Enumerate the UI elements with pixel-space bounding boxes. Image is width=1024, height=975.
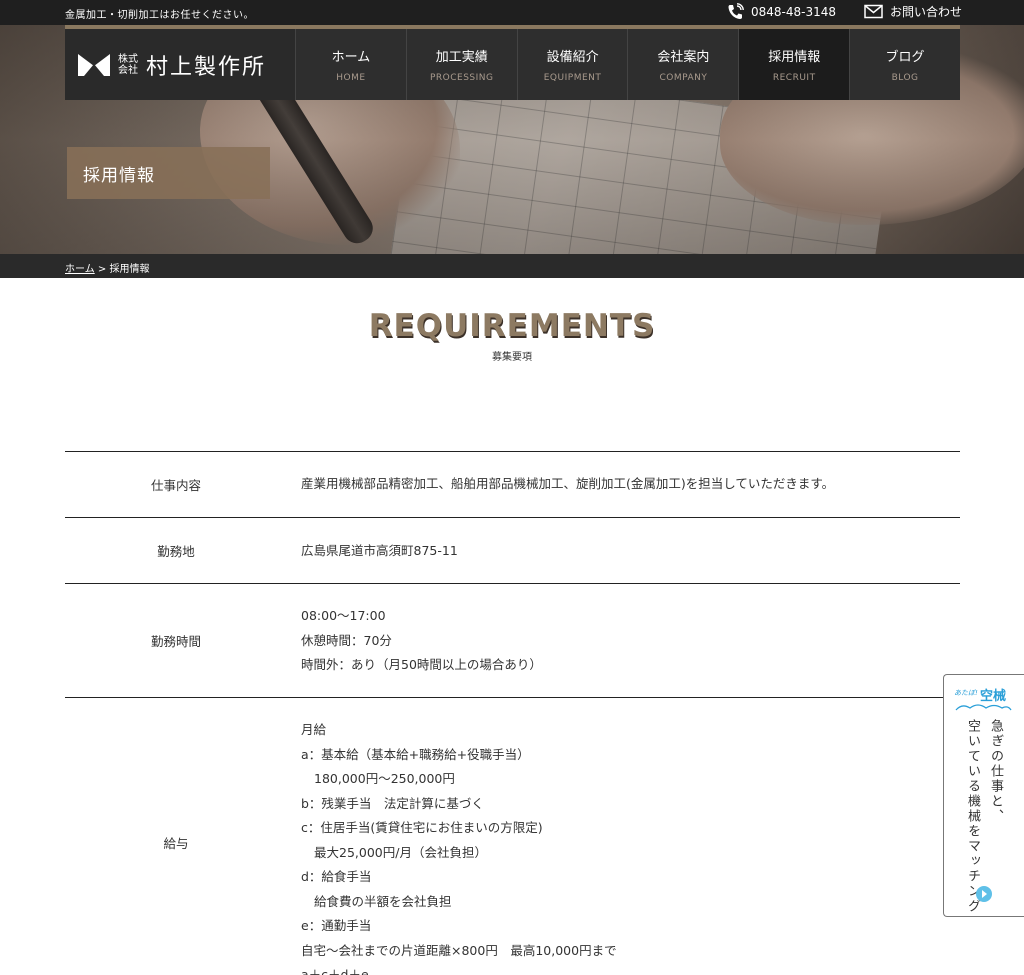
banner-text-2: 空いている機械をマッチング <box>965 719 980 914</box>
banner-brand-logo: あたぼ! 空械 <box>954 685 1012 713</box>
banner-text-1: 急ぎの仕事と、 <box>988 719 1003 824</box>
row-value: 広島県尾道市高須町875-11 <box>301 543 458 558</box>
mail-icon <box>864 4 883 19</box>
contact-link[interactable]: お問い合わせ <box>864 3 962 20</box>
nav-item-recruit[interactable]: 採用情報 RECRUIT <box>738 29 850 100</box>
breadcrumb-home-link[interactable]: ホーム <box>65 264 95 275</box>
breadcrumb-separator: > <box>97 264 107 275</box>
logo-company-name: 村上製作所 <box>146 54 267 80</box>
row-value: 08:00〜17:00 休憩時間：70分 時間外：あり（月50時間以上の場合あり… <box>301 608 542 672</box>
table-row: 給与 月給 a：基本給（基本給+職務給+役職手当） 180,000円〜250,0… <box>65 697 960 975</box>
logo-mark-icon <box>78 53 110 76</box>
logo-kabushiki: 株式 会社 <box>118 53 138 76</box>
section-subtitle: 募集要項 <box>492 352 532 363</box>
section-title: REQUIREMENTS <box>368 308 656 344</box>
row-value: 産業用機械部品精密加工、船舶用部品機械加工、旋削加工(金属加工)を担当していただ… <box>301 476 835 491</box>
tagline: 金属加工・切削加工はお任せください。 <box>65 10 254 21</box>
nav-item-company[interactable]: 会社案内 COMPANY <box>627 29 739 100</box>
cloud-icon <box>955 704 1012 711</box>
row-label: 勤務時間 <box>150 634 201 649</box>
company-logo[interactable]: 株式 会社 村上製作所 <box>65 29 295 100</box>
page-title: 採用情報 <box>67 147 270 199</box>
side-banner[interactable]: あたぼ! 空械 急ぎの仕事と、 空いている機械をマッチング <box>943 674 1024 917</box>
phone-number: 0848-48-3148 <box>751 5 837 19</box>
contact-label: お問い合わせ <box>890 5 963 19</box>
top-bar: 金属加工・切削加工はお任せください。 0848-48-3148 お問い合わせ <box>0 0 1024 25</box>
nav-item-blog[interactable]: ブログ BLOG <box>849 29 960 100</box>
nav-item-processing[interactable]: 加工実績 PROCESSING <box>405 29 517 100</box>
table-row: 勤務時間 08:00〜17:00 休憩時間：70分 時間外：あり（月50時間以上… <box>65 583 960 698</box>
global-nav: ホーム HOME 加工実績 PROCESSING 設備紹介 EQUIPMENT … <box>295 29 960 100</box>
row-label: 仕事内容 <box>150 478 201 493</box>
breadcrumb-current: 採用情報 <box>109 264 150 275</box>
table-row: 勤務地 広島県尾道市高須町875-11 <box>65 517 960 584</box>
arrow-right-icon <box>976 886 992 902</box>
table-row: 仕事内容 産業用機械部品精密加工、船舶用部品機械加工、旋削加工(金属加工)を担当… <box>65 451 960 518</box>
requirements-table: 仕事内容 産業用機械部品精密加工、船舶用部品機械加工、旋削加工(金属加工)を担当… <box>65 451 960 975</box>
phone-icon <box>728 3 744 19</box>
nav-item-home[interactable]: ホーム HOME <box>295 29 406 100</box>
row-label: 給与 <box>163 836 189 852</box>
row-value: 月給 a：基本給（基本給+職務給+役職手当） 180,000円〜250,000円… <box>301 722 617 975</box>
row-label: 勤務地 <box>157 544 195 559</box>
phone-link[interactable]: 0848-48-3148 <box>726 3 836 21</box>
breadcrumb: ホーム > 採用情報 <box>0 254 1024 278</box>
nav-item-equipment[interactable]: 設備紹介 EQUIPMENT <box>516 29 628 100</box>
